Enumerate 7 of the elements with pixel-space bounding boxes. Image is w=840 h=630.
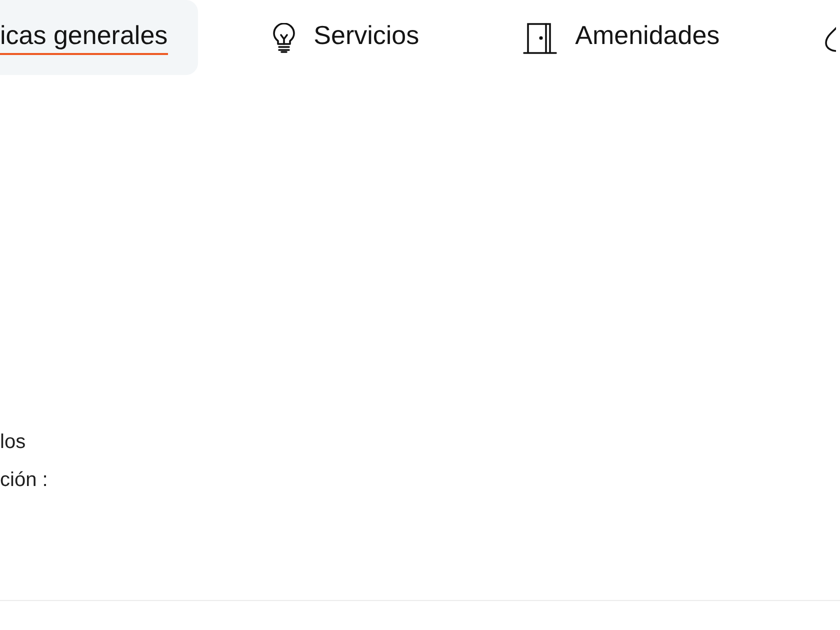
body-text: los xyxy=(0,430,27,455)
tab[interactable]: Amenidades xyxy=(493,0,750,75)
tab[interactable]: icas generales xyxy=(0,0,198,75)
tab[interactable]: Servicios xyxy=(242,0,450,75)
body-text: ción : xyxy=(0,468,49,493)
door-icon xyxy=(523,22,558,54)
lightbulb-icon xyxy=(272,22,296,52)
